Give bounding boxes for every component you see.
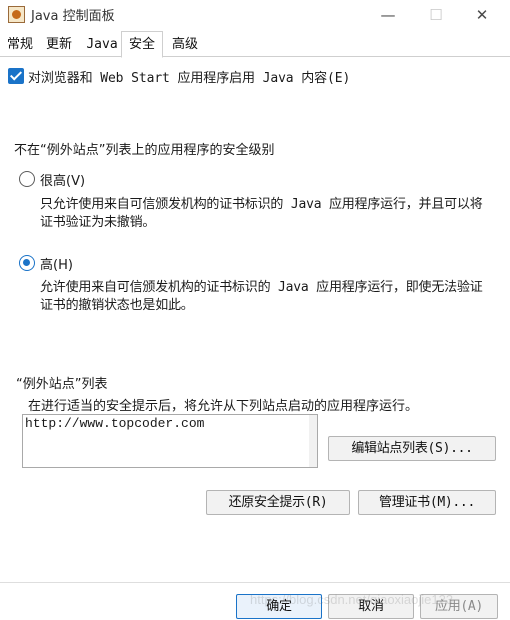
- high-description: 允许使用来自可信颁发机构的证书标识的 Java 应用程序运行，即使无法验证证书的…: [40, 280, 483, 313]
- restore-security-prompts-button[interactable]: 还原安全提示(R): [206, 490, 350, 515]
- edit-site-list-button[interactable]: 编辑站点列表(S)...: [328, 436, 496, 461]
- maximize-button[interactable]: ☐: [414, 0, 458, 30]
- tab-bar: 常规 更新 Java 安全 高级: [0, 31, 510, 58]
- very-high-radio[interactable]: [19, 171, 35, 187]
- exception-site-list[interactable]: http://www.topcoder.com: [22, 414, 318, 468]
- manage-certificates-button[interactable]: 管理证书(M)...: [358, 490, 496, 515]
- close-button[interactable]: ✕: [460, 0, 504, 30]
- exception-sites-title: “例外站点”列表: [16, 377, 108, 392]
- very-high-description: 只允许使用来自可信颁发机构的证书标识的 Java 应用程序运行，并且可以将证书验…: [40, 197, 483, 230]
- footer-divider: [0, 582, 510, 583]
- enable-java-label[interactable]: 对浏览器和 Web Start 应用程序启用 Java 内容(E): [28, 67, 350, 86]
- very-high-label[interactable]: 很高(V): [40, 170, 85, 189]
- window-title: Java 控制面板: [31, 9, 115, 24]
- title-bar: Java 控制面板 — ☐ ✕: [0, 0, 510, 30]
- high-radio[interactable]: [19, 255, 35, 271]
- java-coffee-icon: [8, 6, 25, 23]
- cancel-button[interactable]: 取消: [328, 594, 414, 619]
- site-list-item[interactable]: http://www.topcoder.com: [25, 416, 204, 431]
- tab-java[interactable]: Java: [82, 34, 122, 57]
- tab-advanced[interactable]: 高级: [168, 34, 202, 57]
- minimize-button[interactable]: —: [366, 0, 410, 30]
- security-level-section-title: 不在“例外站点”列表上的应用程序的安全级别: [14, 143, 275, 158]
- tab-security[interactable]: 安全: [121, 31, 163, 58]
- enable-java-checkbox[interactable]: [8, 68, 24, 84]
- tab-update[interactable]: 更新: [42, 34, 76, 57]
- apply-button[interactable]: 应用(A): [420, 594, 498, 619]
- ok-button[interactable]: 确定: [236, 594, 322, 619]
- exception-sites-hint: 在进行适当的安全提示后，将允许从下列站点启动的应用程序运行。: [28, 399, 419, 414]
- tab-general[interactable]: 常规: [4, 34, 36, 57]
- high-label[interactable]: 高(H): [40, 254, 73, 273]
- site-list-scrollbar[interactable]: [309, 415, 317, 467]
